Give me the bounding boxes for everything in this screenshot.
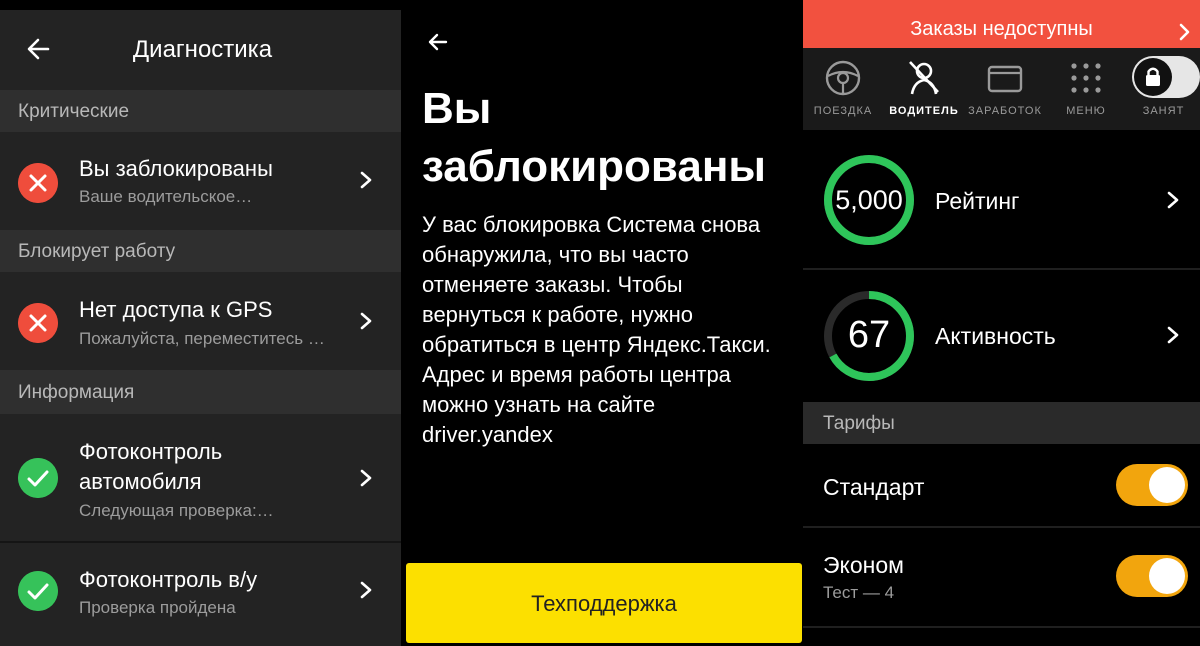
chevron-right-icon <box>360 469 372 487</box>
lock-icon <box>1146 67 1160 86</box>
list-divider <box>803 626 1200 628</box>
chevron-right-icon <box>1167 191 1179 209</box>
nav-busy[interactable]: ЗАНЯТ <box>1127 48 1200 130</box>
activity-value: 67 <box>847 314 891 356</box>
error-status-icon <box>18 163 58 203</box>
toggle-knob <box>1134 58 1172 96</box>
item-subtitle: Ваше водительское… <box>79 187 253 206</box>
rating-value: 5,000 <box>835 185 903 215</box>
tariff-row-standard[interactable]: Стандарт <box>803 444 1200 528</box>
page-title: Диагностика <box>132 36 273 63</box>
tariff-row-economy[interactable]: Эконом Тест — 4 <box>803 528 1200 626</box>
section-header-blocks-work: Блокирует работу <box>0 230 401 272</box>
diagnostic-item-car-photo[interactable]: Фотоконтроль автомобиля Следующая провер… <box>0 414 401 541</box>
toggle-knob <box>1149 558 1185 594</box>
message-line: driver.yandex <box>422 422 553 447</box>
item-title: Фотоконтроль в/у <box>79 567 258 592</box>
nav-label: ВОДИТЕЛЬ <box>889 105 959 117</box>
message-line: У вас блокировка Система снова <box>422 212 761 237</box>
check-status-icon <box>18 571 58 611</box>
top-app-bar: Диагностика <box>0 10 401 90</box>
message-line: обнаружила, что вы часто <box>422 242 689 267</box>
blocked-title-line2: заблокированы <box>422 142 767 191</box>
tariffs-header: Тарифы <box>803 402 1200 444</box>
item-title-line2: автомобиля <box>79 469 202 494</box>
nav-earnings[interactable]: ЗАРАБОТОК <box>965 48 1045 130</box>
busy-toggle[interactable] <box>1132 56 1200 98</box>
diagnostic-item-blocked[interactable]: Вы заблокированы Ваше водительское… <box>0 132 401 230</box>
diagnostic-item-license-photo[interactable]: Фотоконтроль в/у Проверка пройдена <box>0 543 401 646</box>
tariff-name: Стандарт <box>823 474 925 500</box>
diagnostics-screen: Диагностика Критические Вы заблокированы… <box>0 0 401 646</box>
blocked-message: У вас блокировка Система снова обнаружил… <box>422 210 794 450</box>
error-status-icon <box>18 303 58 343</box>
driver-screen: Заказы недоступны ПОЕЗДКА ВОДИТЕЛЬ ЗАРАБ… <box>803 0 1200 646</box>
diagnostic-item-gps[interactable]: Нет доступа к GPS Пожалуйста, переместит… <box>0 272 401 370</box>
item-subtitle: Следующая проверка:… <box>79 501 274 520</box>
chevron-right-icon <box>1179 23 1190 41</box>
item-title: Вы заблокированы <box>79 156 273 181</box>
section-header-info: Информация <box>0 370 401 414</box>
item-title-line1: Фотоконтроль <box>79 439 223 464</box>
activity-label: Активность <box>935 323 1056 349</box>
message-line: вернуться к работе, нужно <box>422 302 693 327</box>
nav-menu[interactable]: МЕНЮ <box>1046 48 1126 130</box>
nav-label: ЗАНЯТ <box>1142 105 1185 117</box>
rating-row[interactable]: 5,000 Рейтинг <box>803 132 1200 268</box>
wallet-icon <box>987 65 1023 93</box>
toggle-knob <box>1149 467 1185 503</box>
orders-unavailable-banner[interactable]: Заказы недоступны <box>803 0 1200 48</box>
chevron-right-icon <box>360 171 372 189</box>
blocked-title: Вы заблокированы <box>422 80 792 196</box>
tariff-name: Эконом <box>823 552 904 578</box>
section-header-critical: Критические <box>0 90 401 132</box>
chevron-right-icon <box>360 581 372 599</box>
chevron-right-icon <box>360 312 372 330</box>
bottom-navigation: ПОЕЗДКА ВОДИТЕЛЬ ЗАРАБОТОК МЕНЮ ЗАНЯТ <box>803 48 1200 130</box>
message-line: Адрес и время работы центра <box>422 362 731 387</box>
driver-icon <box>909 61 939 95</box>
nav-label: МЕНЮ <box>1066 105 1106 117</box>
message-line: отменяете заказы. Чтобы <box>422 272 683 297</box>
back-arrow-icon[interactable] <box>424 28 452 56</box>
status-bar <box>0 0 401 10</box>
activity-row[interactable]: 67 Активность <box>803 270 1200 402</box>
chevron-right-icon <box>1167 326 1179 344</box>
message-line: обратиться в центр Яндекс.Такси. <box>422 332 771 357</box>
tariff-toggle[interactable] <box>1116 555 1188 597</box>
blocked-title-line1: Вы <box>422 84 492 133</box>
nav-label: ЗАРАБОТОК <box>968 105 1042 117</box>
tariff-toggle[interactable] <box>1116 464 1188 506</box>
nav-driver[interactable]: ВОДИТЕЛЬ <box>884 48 964 130</box>
item-title: Нет доступа к GPS <box>79 297 273 322</box>
message-line: можно узнать на сайте <box>422 392 656 417</box>
item-subtitle: Проверка пройдена <box>79 598 236 617</box>
rating-label: Рейтинг <box>935 188 1020 214</box>
menu-grid-icon <box>1071 63 1101 93</box>
banner-text: Заказы недоступны <box>910 18 1093 40</box>
tariff-subtitle: Тест — 4 <box>823 583 895 602</box>
check-status-icon <box>18 458 58 498</box>
item-subtitle: Пожалуйста, переместитесь … <box>79 329 325 348</box>
steering-wheel-icon <box>825 60 861 96</box>
nav-label: ПОЕЗДКА <box>813 105 873 117</box>
support-button[interactable]: Техподдержка <box>406 563 802 643</box>
nav-trip[interactable]: ПОЕЗДКА <box>803 48 883 130</box>
blocked-screen: Вы заблокированы У вас блокировка Систем… <box>404 0 802 646</box>
